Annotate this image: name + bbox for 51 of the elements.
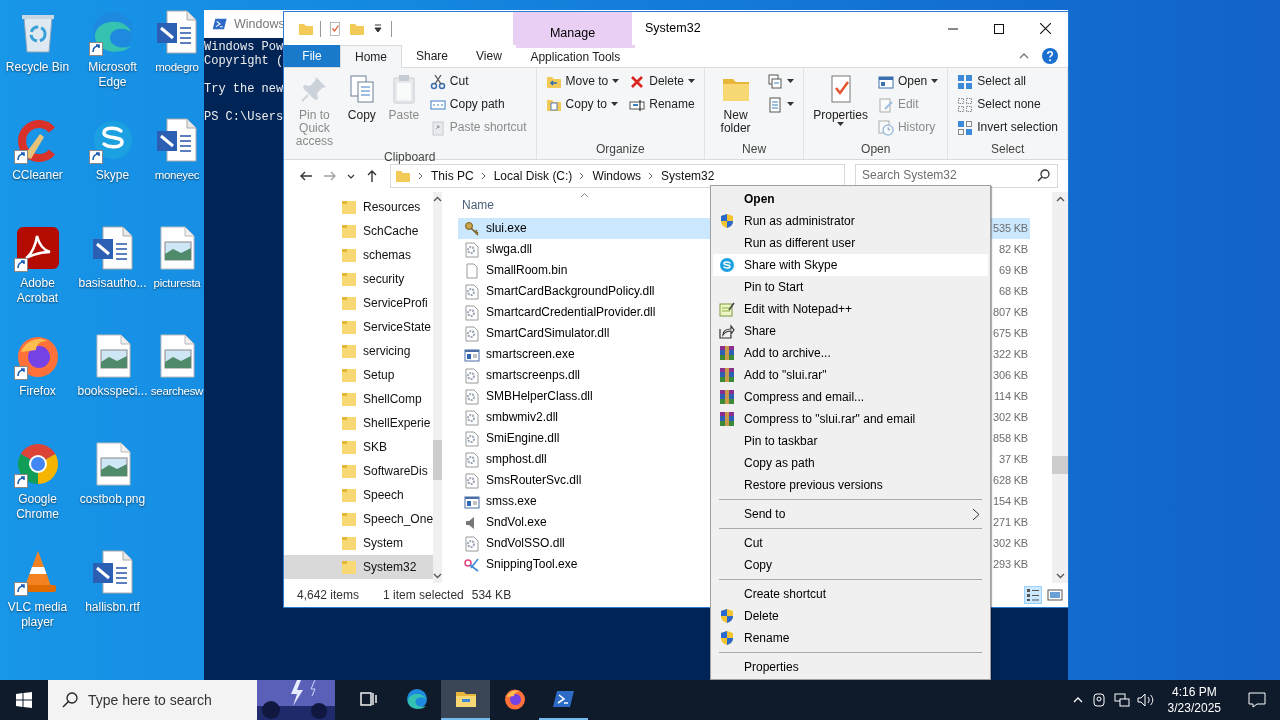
- status-text: 1 item selected: [383, 587, 464, 603]
- file-size: 628 KB: [993, 473, 1028, 488]
- console-line: PS C:\Users: [204, 110, 284, 124]
- file-size: 154 KB: [993, 494, 1028, 509]
- status-text: 534 KB: [471, 587, 512, 603]
- file-name: smartscreen.exe: [486, 347, 575, 362]
- file-name: SMBHelperClass.dll: [486, 389, 593, 404]
- file-size: 293 KB: [993, 557, 1028, 572]
- file-name: SmiEngine.dll: [486, 431, 560, 446]
- file-name: SndVolSSO.dll: [486, 536, 565, 551]
- file-name: SmsRouterSvc.dll: [486, 473, 582, 488]
- date-text: 3/23/2025: [1167, 700, 1221, 716]
- group-label: Organize: [594, 142, 646, 158]
- file-name: SmartcardCredentialProvider.dll: [486, 305, 656, 320]
- time-text: 4:16 PM: [1171, 684, 1217, 700]
- console-line: Copyright (: [204, 54, 284, 68]
- tab-group-label: Manage: [549, 26, 596, 41]
- file-size: 306 KB: [993, 368, 1028, 383]
- file-size: 322 KB: [993, 347, 1028, 362]
- file-name: smartscreenps.dll: [486, 368, 581, 383]
- file-size: 37 KB: [999, 452, 1028, 467]
- file-size: 535 KB: [993, 221, 1028, 236]
- file-size: 302 KB: [993, 536, 1028, 551]
- file-name: SmallRoom.bin: [486, 263, 568, 278]
- console-line: Windows Pow: [204, 40, 284, 54]
- file-name: slwga.dll: [486, 242, 533, 257]
- group-label: Clipboard: [383, 150, 437, 165]
- file-size: 114 KB: [993, 389, 1028, 404]
- status-text: 4,642 items: [297, 587, 360, 603]
- group-label: Select: [989, 142, 1026, 158]
- group-label: New: [741, 142, 768, 158]
- window-title: Windows: [234, 16, 285, 32]
- file-size: 69 KB: [999, 263, 1028, 278]
- file-size: 858 KB: [993, 431, 1028, 446]
- file-name: SnippingTool.exe: [486, 557, 578, 572]
- file-name: smphost.dll: [486, 452, 547, 467]
- file-size: 82 KB: [999, 242, 1028, 257]
- file-size: 271 KB: [993, 515, 1028, 530]
- file-name: SndVol.exe: [486, 515, 547, 530]
- file-name: SmartCardBackgroundPolicy.dll: [486, 284, 655, 299]
- console-line: Try the new: [204, 82, 284, 96]
- file-size: 807 KB: [993, 305, 1028, 320]
- file-name: smss.exe: [486, 494, 537, 509]
- file-name: SmartCardSimulator.dll: [486, 326, 610, 341]
- file-size: 302 KB: [993, 410, 1028, 425]
- file-size: 68 KB: [999, 284, 1028, 299]
- file-size: 675 KB: [993, 326, 1028, 341]
- window-title: System32: [645, 21, 701, 36]
- file-name: slui.exe: [486, 221, 527, 236]
- file-name: smbwmiv2.dll: [486, 410, 558, 425]
- group-label: Open: [860, 142, 892, 158]
